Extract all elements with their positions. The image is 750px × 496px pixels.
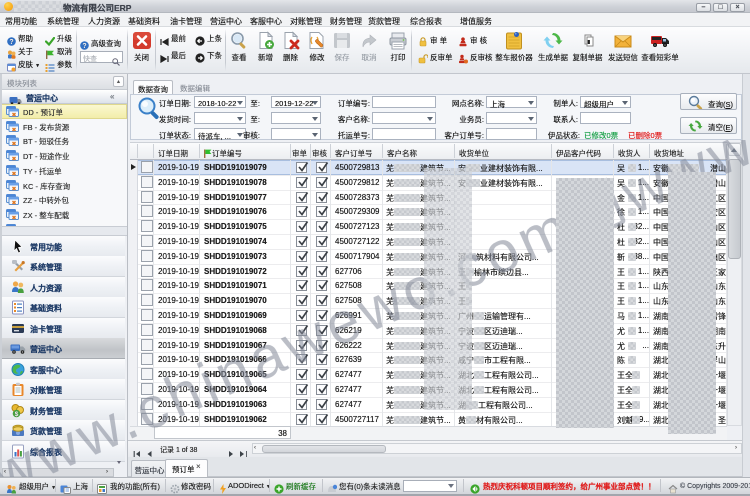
svg-text:$: $: [15, 411, 19, 418]
svg-text:?: ?: [82, 43, 86, 50]
svg-text:?: ?: [9, 39, 13, 46]
